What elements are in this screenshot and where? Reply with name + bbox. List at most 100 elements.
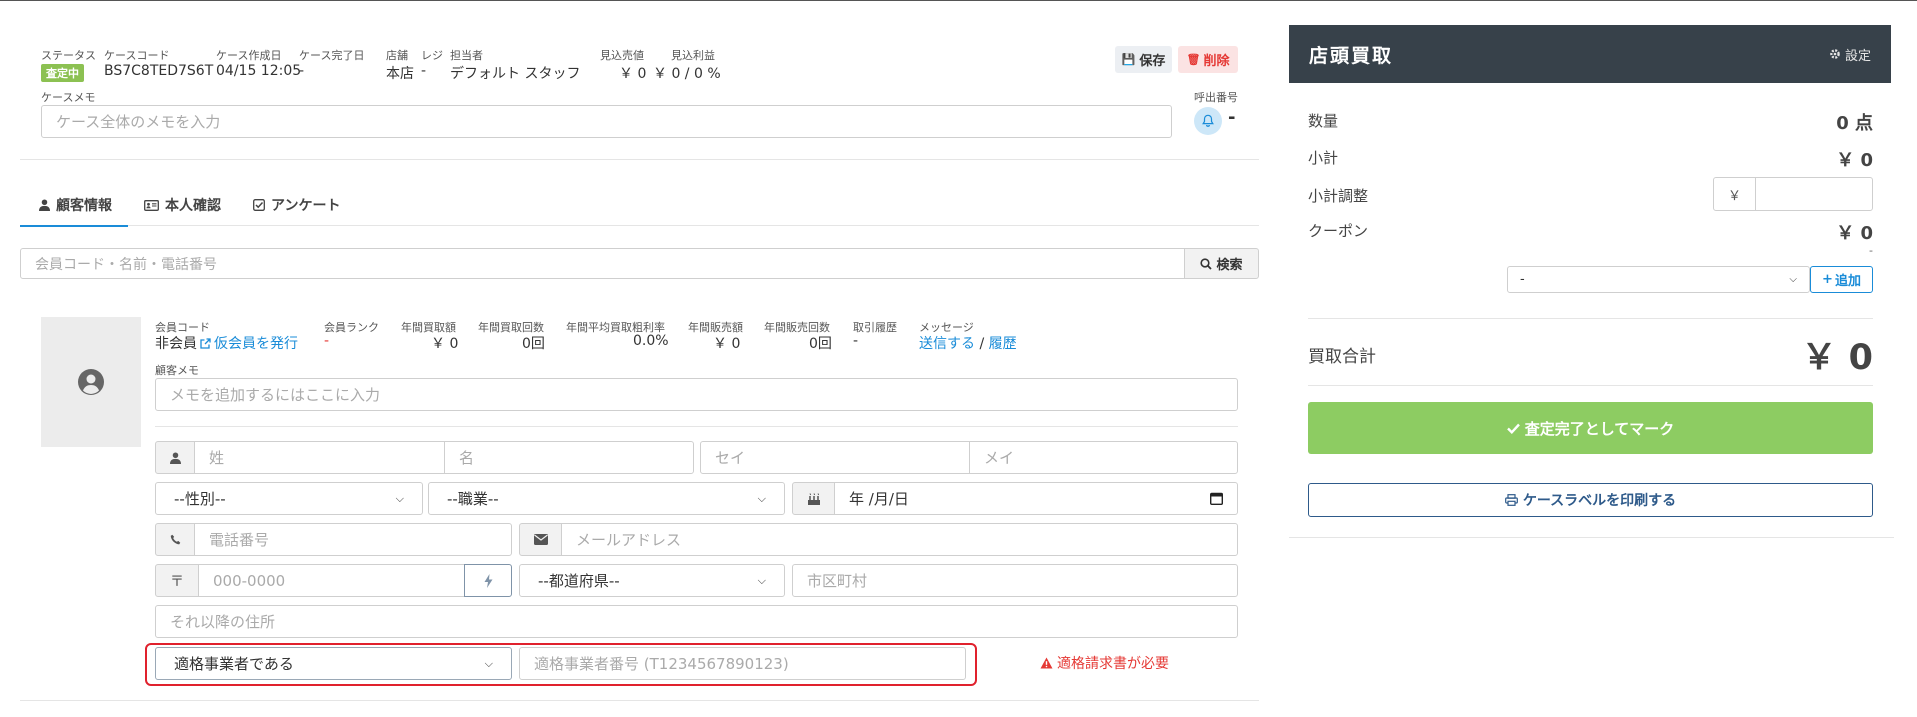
store-value: 本店	[386, 66, 414, 82]
add-coupon-label: 追加	[1834, 274, 1861, 289]
trash-icon: 🗑	[1186, 53, 1201, 66]
completed-label: ケース完了日	[299, 49, 365, 62]
settings-button[interactable]: 設定	[1829, 45, 1871, 64]
address-placeholder: それ以降の住所	[170, 613, 276, 631]
last-name-kana-input[interactable]: セイ	[700, 441, 970, 474]
zip-input[interactable]: 000-0000	[198, 564, 465, 597]
settings-label: 設定	[1844, 48, 1871, 64]
subtotal-adjust-input[interactable]	[1755, 177, 1873, 211]
case-memo-input[interactable]: ケース全体のメモを入力	[41, 105, 1172, 138]
rank-label: 会員ランク	[324, 321, 379, 334]
case-memo-label: ケースメモ	[41, 91, 96, 104]
divider	[20, 700, 1259, 701]
phone-icon	[170, 534, 180, 545]
case-code: BS7C8TED7S6T	[104, 63, 214, 79]
gear-icon	[1830, 49, 1840, 59]
search-icon	[1200, 257, 1213, 270]
message-separator: /	[979, 336, 985, 352]
send-message-link[interactable]: 送信する	[919, 336, 975, 352]
panel-title: 店頭買取	[1309, 44, 1394, 67]
add-coupon-button[interactable]: + 追加	[1810, 266, 1873, 293]
save-icon: 💾	[1121, 53, 1136, 66]
annual-buy-amount-value: ￥ 0	[431, 336, 459, 352]
last-name-kana-placeholder: セイ	[715, 449, 746, 467]
coupon-sub-value: -	[1869, 244, 1873, 257]
check-square-icon	[253, 199, 265, 211]
invoice-status-select[interactable]: 適格事業者である ⌵	[155, 647, 512, 680]
email-input[interactable]: メールアドレス	[561, 523, 1238, 556]
member-search-input[interactable]: 会員コード・名前・電話番号	[20, 248, 1185, 279]
customer-memo-placeholder: メモを追加するにはここに入力	[170, 386, 381, 404]
delete-button[interactable]: 🗑 削除	[1178, 46, 1238, 73]
mark-complete-button[interactable]: 査定完了としてマーク	[1308, 402, 1873, 454]
first-name-kana-input[interactable]: メイ	[969, 441, 1238, 474]
tab-customer-info[interactable]: 顧客情報	[39, 195, 112, 215]
search-button[interactable]: 検索	[1184, 248, 1259, 279]
history-value: -	[853, 333, 859, 349]
first-name-input[interactable]: 名	[444, 441, 694, 474]
avg-margin-value: 0.0%	[633, 333, 669, 349]
last-name-input[interactable]: 姓	[194, 441, 445, 474]
phone-input[interactable]: 電話番号	[194, 523, 512, 556]
calendar-icon	[1210, 492, 1223, 505]
divider	[155, 426, 1238, 427]
user-icon	[39, 199, 50, 211]
city-input[interactable]: 市区町村	[792, 564, 1238, 597]
total-label: 買取合計	[1308, 347, 1376, 367]
city-placeholder: 市区町村	[807, 572, 868, 590]
tab-divider	[128, 225, 1259, 226]
tab-label: 本人確認	[165, 198, 221, 214]
occupation-select[interactable]: --職業-- ⌵	[428, 482, 785, 515]
store-label: 店舗	[386, 49, 408, 62]
bell-icon	[1202, 114, 1214, 127]
envelope-icon	[533, 534, 548, 545]
bolt-icon	[484, 573, 492, 588]
birthday-input[interactable]: 年 /月/日	[834, 482, 1238, 515]
coupon-label: クーポン	[1308, 222, 1369, 240]
id-card-icon	[144, 199, 159, 211]
prefecture-select[interactable]: --都道府県-- ⌵	[519, 564, 785, 597]
mark-complete-label: 査定完了としてマーク	[1524, 419, 1675, 438]
issue-temp-member-link[interactable]: 仮会員を発行	[200, 333, 298, 353]
external-link-icon	[200, 337, 211, 349]
save-button[interactable]: 💾 保存	[1115, 46, 1172, 73]
gender-value: --性別--	[174, 490, 226, 508]
tab-identity-check[interactable]: 本人確認	[144, 195, 221, 215]
rank-value: -	[324, 333, 330, 349]
check-icon	[1506, 423, 1520, 434]
first-name-placeholder: 名	[459, 449, 475, 467]
chevron-down-icon: ⌵	[395, 491, 404, 505]
postal-mark-icon: 〒	[170, 573, 184, 590]
print-label-button[interactable]: ケースラベルを印刷する	[1308, 483, 1873, 517]
subtotal-adjust-label: 小計調整	[1308, 187, 1369, 205]
email-placeholder: メールアドレス	[576, 531, 682, 549]
gender-select[interactable]: --性別-- ⌵	[155, 482, 423, 515]
created-label: ケース作成日	[216, 49, 282, 62]
zip-addon: 〒	[155, 564, 199, 597]
sales-value: ￥ 0	[619, 66, 647, 82]
address-input[interactable]: それ以降の住所	[155, 605, 1238, 638]
call-number-value: -	[1228, 107, 1236, 128]
tab-survey[interactable]: アンケート	[253, 195, 340, 215]
search-button-label: 検索	[1216, 258, 1243, 273]
name-addon	[155, 441, 195, 474]
status-label: ステータス	[41, 49, 96, 62]
invoice-number-input[interactable]: 適格事業者番号 (T1234567890123)	[519, 647, 966, 680]
annual-sales-count-value: 0回	[809, 336, 832, 352]
customer-memo-input[interactable]: メモを追加するにはここに入力	[155, 378, 1238, 411]
yen-icon: ￥	[1727, 188, 1741, 204]
annual-sales-amount-value: ￥ 0	[713, 336, 741, 352]
staff-label: 担当者	[450, 49, 483, 62]
sales-label: 見込売値	[600, 49, 644, 62]
invoice-warning: 適格請求書が必要	[1040, 653, 1169, 673]
panel-header: 店頭買取 設定	[1289, 25, 1891, 83]
call-number-label: 呼出番号	[1194, 91, 1238, 104]
bell-button[interactable]	[1194, 107, 1222, 135]
divider	[1308, 385, 1873, 386]
coupon-select[interactable]: - ⌵	[1507, 266, 1810, 293]
register-value: -	[421, 63, 427, 79]
zip-lookup-button[interactable]	[464, 564, 512, 597]
first-name-kana-placeholder: メイ	[984, 449, 1015, 467]
search-placeholder: 会員コード・名前・電話番号	[35, 256, 217, 273]
message-history-link[interactable]: 履歴	[989, 336, 1017, 352]
